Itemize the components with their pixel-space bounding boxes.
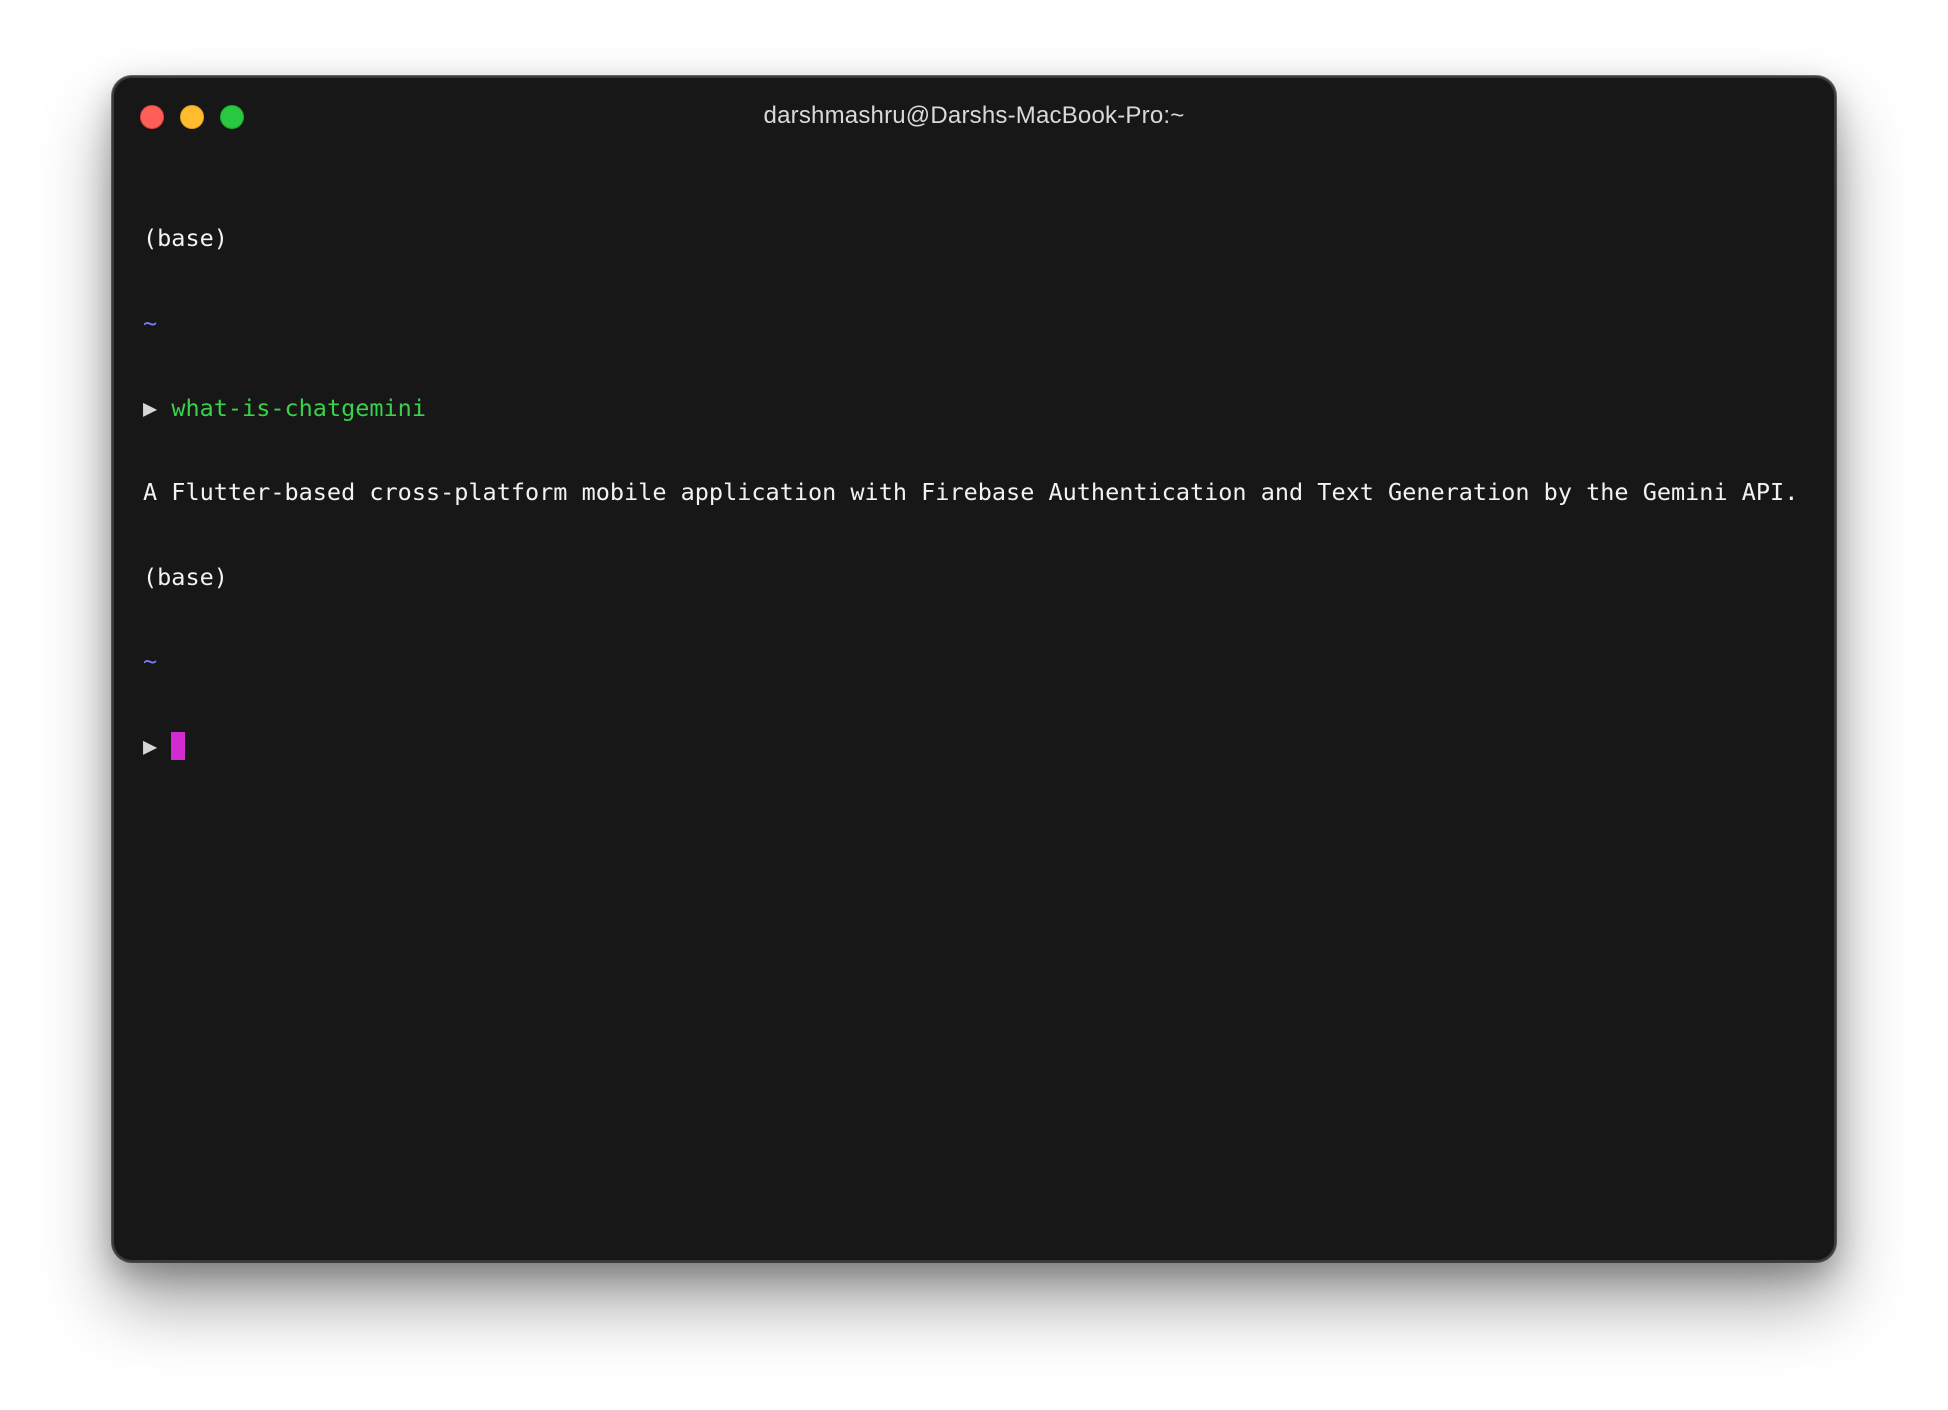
prompt-arrow-icon: ▶ (143, 393, 158, 422)
terminal-window: darshmashru@Darshs-MacBook-Pro:~ (base) … (112, 76, 1836, 1262)
title-bar[interactable]: darshmashru@Darshs-MacBook-Pro:~ (114, 78, 1834, 154)
terminal-line-env: (base) (143, 224, 1814, 252)
window-title: darshmashru@Darshs-MacBook-Pro:~ (763, 102, 1185, 129)
cwd-label: ~ (143, 647, 158, 676)
conda-env-label: (base) (143, 562, 228, 591)
terminal-content[interactable]: (base) ~ ▶ what-is-chatgemini A Flutter-… (143, 168, 1814, 817)
command-output: A Flutter-based cross-platform mobile ap… (143, 478, 1799, 507)
cwd-label: ~ (143, 309, 158, 337)
terminal-line-cwd: ~ (143, 647, 1814, 675)
command-text: what-is-chatgemini (171, 393, 426, 422)
terminal-line-command: ▶ what-is-chatgemini (143, 394, 1814, 422)
terminal-line-prompt[interactable]: ▶ (143, 731, 1814, 760)
conda-env-label: (base) (143, 224, 228, 253)
terminal-line-env: (base) (143, 563, 1814, 591)
terminal-line-cwd: ~ (143, 309, 1814, 337)
prompt-arrow-icon: ▶ (143, 731, 158, 760)
terminal-line-output: A Flutter-based cross-platform mobile ap… (143, 478, 1814, 506)
block-cursor (171, 731, 186, 760)
